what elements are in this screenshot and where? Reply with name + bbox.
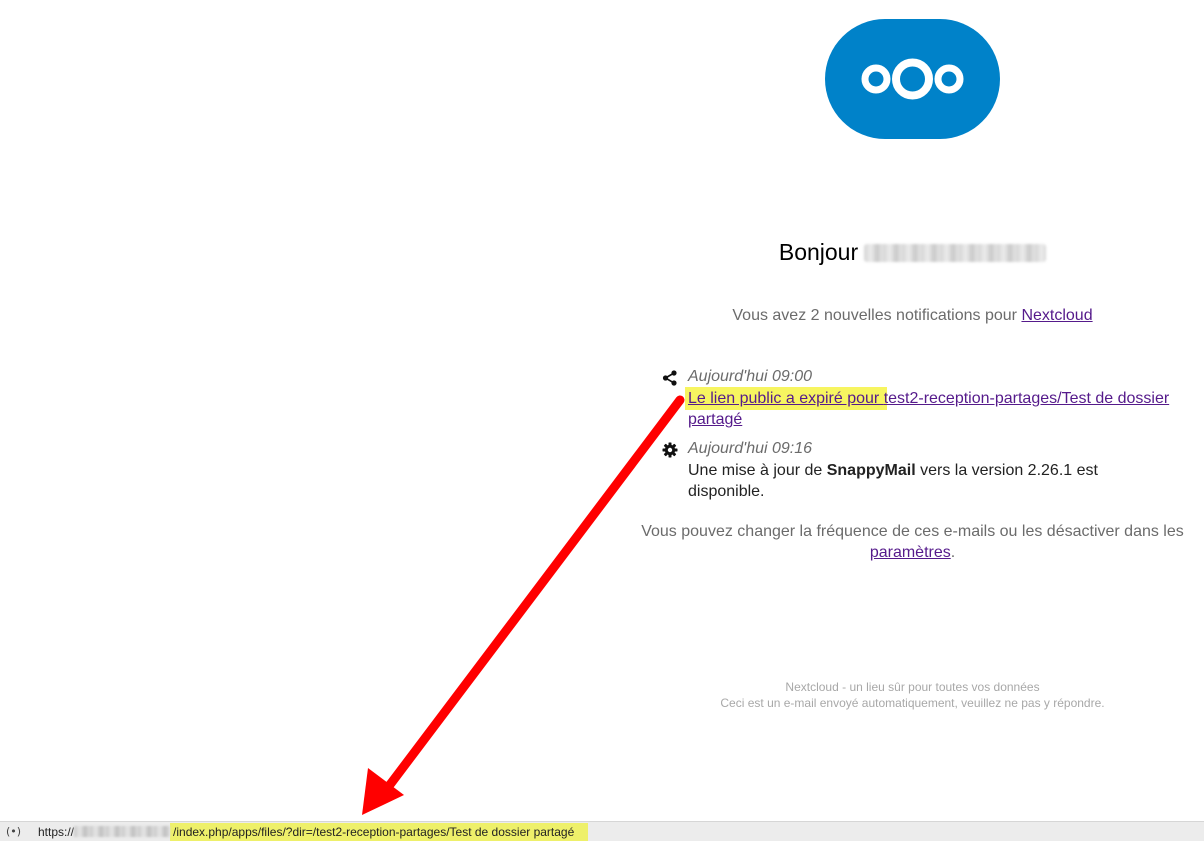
nextcloud-logo-icon (861, 58, 964, 100)
settings-note-text: Vous pouvez changer la fréquence de ces … (641, 523, 1184, 540)
intro-text: Vous avez 2 nouvelles notifications pour… (640, 307, 1185, 325)
email-footer: Nextcloud - un lieu sûr pour toutes vos … (640, 679, 1185, 711)
notification-time: Aujourd'hui 09:00 (688, 368, 813, 385)
app-name: SnappyMail (826, 462, 916, 479)
status-url-path: /index.php/apps/files/?dir=/test2-recept… (170, 823, 589, 841)
footer-line-2: Ceci est un e-mail envoyé automatiquemen… (720, 696, 1105, 710)
blurred-hostname (74, 826, 171, 837)
status-url: https:// /index.php/apps/files/?dir=/test… (38, 823, 589, 841)
notification-item: Aujourd'hui 09:16 Une mise à jour de Sna… (660, 440, 1180, 500)
notification-time: Aujourd'hui 09:16 (688, 440, 813, 457)
update-text-before: Une mise à jour de (688, 462, 827, 479)
browser-status-bar: (•) https:// /index.php/apps/files/?dir=/… (0, 821, 1204, 841)
greeting: Bonjour (640, 239, 1185, 266)
notification-message: Le lien public a expiré pour test2-recep… (688, 388, 1178, 430)
nextcloud-logo (825, 19, 1000, 139)
gear-icon (662, 442, 678, 458)
settings-note-suffix: . (950, 544, 956, 561)
notification-item: Aujourd'hui 09:00 Le lien public a expir… (660, 368, 1180, 432)
email-page: Bonjour Vous avez 2 nouvelles notificati… (0, 0, 1204, 841)
share-icon (662, 370, 677, 386)
connection-icon: (•) (6, 825, 22, 838)
intro-message: Vous avez 2 nouvelles notifications pour (732, 307, 1022, 324)
expired-link-text[interactable]: Le lien public a expiré pour (688, 390, 884, 407)
notification-message: Une mise à jour de SnappyMail vers la ve… (688, 460, 1178, 502)
nextcloud-link[interactable]: Nextcloud (1021, 307, 1092, 324)
blurred-user-name (864, 244, 1047, 262)
footer-line-1: Nextcloud - un lieu sûr pour toutes vos … (785, 680, 1040, 694)
settings-link[interactable]: paramètres (870, 544, 951, 561)
status-url-prefix: https:// (38, 825, 75, 839)
greeting-prefix: Bonjour (778, 239, 859, 265)
settings-note: Vous pouvez changer la fréquence de ces … (640, 521, 1185, 563)
